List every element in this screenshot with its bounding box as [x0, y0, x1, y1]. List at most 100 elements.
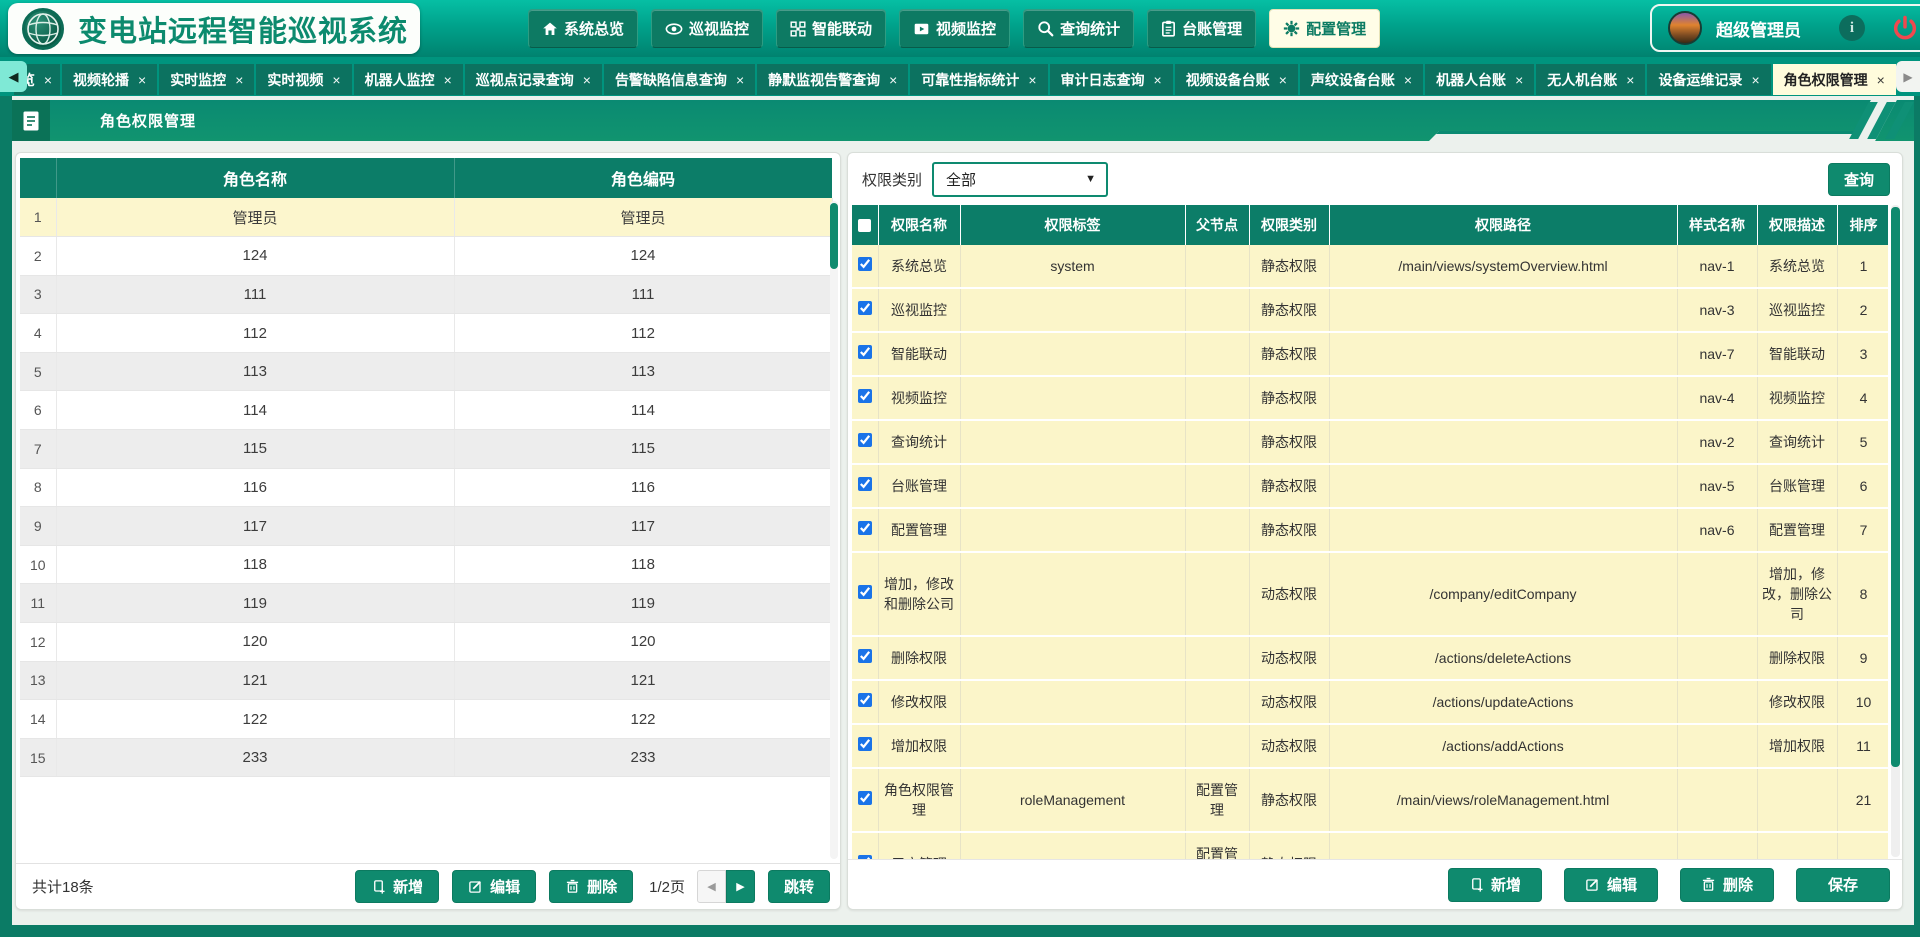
row-checkbox[interactable]: [858, 791, 872, 805]
tab-4[interactable]: 实时视频×: [256, 64, 351, 95]
permissions-column-header[interactable]: 父节点: [1185, 205, 1249, 245]
close-icon[interactable]: ×: [1751, 72, 1759, 88]
row-checkbox[interactable]: [858, 585, 872, 599]
roles-column-header[interactable]: 角色编码: [454, 158, 832, 198]
role-row-9[interactable]: 9117117: [20, 507, 832, 546]
row-checkbox[interactable]: [858, 257, 872, 271]
row-checkbox[interactable]: [858, 301, 872, 315]
nav-button-7[interactable]: 配置管理: [1269, 9, 1380, 48]
permission-edit-button[interactable]: 编辑: [1564, 868, 1658, 902]
query-button[interactable]: 查询: [1828, 163, 1890, 196]
role-row-7[interactable]: 7115115: [20, 430, 832, 469]
role-delete-button[interactable]: 删除: [549, 870, 633, 903]
permissions-scrollbar-thumb[interactable]: [1891, 207, 1900, 767]
permissions-column-header[interactable]: 样式名称: [1677, 205, 1757, 245]
permission-type-select[interactable]: 全部 ▼: [932, 162, 1108, 197]
permission-row-3[interactable]: 智能联动静态权限nav-7智能联动3: [852, 332, 1888, 376]
close-icon[interactable]: ×: [1279, 72, 1287, 88]
tab-3[interactable]: 实时监控×: [159, 64, 254, 95]
prev-page-icon[interactable]: ◀: [697, 870, 726, 903]
permissions-column-header[interactable]: 权限路径: [1329, 205, 1677, 245]
close-icon[interactable]: ×: [1154, 72, 1162, 88]
tab-13[interactable]: 机器人台账×: [1425, 64, 1534, 95]
nav-button-2[interactable]: 巡视监控: [651, 9, 763, 48]
close-icon[interactable]: ×: [235, 72, 243, 88]
tab-6[interactable]: 巡视点记录查询×: [465, 64, 602, 95]
permissions-column-header[interactable]: 权限标签: [960, 205, 1185, 245]
nav-button-5[interactable]: 查询统计: [1023, 9, 1134, 48]
nav-button-1[interactable]: 系统总览: [528, 9, 638, 48]
permission-save-button[interactable]: 保存: [1796, 868, 1890, 902]
close-icon[interactable]: ×: [444, 72, 452, 88]
tab-7[interactable]: 告警缺陷信息查询×: [604, 64, 755, 95]
close-icon[interactable]: ×: [583, 72, 591, 88]
permission-row-5[interactable]: 查询统计静态权限nav-2查询统计5: [852, 420, 1888, 464]
permissions-column-header[interactable]: 权限描述: [1757, 205, 1837, 245]
permissions-column-header[interactable]: 权限类别: [1249, 205, 1329, 245]
role-row-15[interactable]: 15233233: [20, 738, 832, 777]
permissions-column-header[interactable]: 权限名称: [878, 205, 960, 245]
role-row-10[interactable]: 10118118: [20, 545, 832, 584]
power-icon[interactable]: [1891, 14, 1919, 42]
row-checkbox[interactable]: [858, 389, 872, 403]
next-page-icon[interactable]: ▶: [726, 870, 755, 903]
row-checkbox[interactable]: [858, 693, 872, 707]
role-row-13[interactable]: 13121121: [20, 661, 832, 700]
permission-add-button[interactable]: 新增: [1448, 868, 1542, 902]
avatar[interactable]: [1668, 11, 1702, 45]
tab-12[interactable]: 声纹设备台账×: [1300, 64, 1423, 95]
close-icon[interactable]: ×: [1028, 72, 1036, 88]
close-icon[interactable]: ×: [1877, 72, 1885, 88]
role-row-2[interactable]: 2124124: [20, 237, 832, 276]
permission-row-4[interactable]: 视频监控静态权限nav-4视频监控4: [852, 376, 1888, 420]
permission-row-8[interactable]: 增加，修改和删除公司动态权限/company/editCompany增加，修改，…: [852, 552, 1888, 636]
close-icon[interactable]: ×: [736, 72, 744, 88]
permission-row-9[interactable]: 删除权限动态权限/actions/deleteActions删除权限9: [852, 636, 1888, 680]
role-row-3[interactable]: 3111111: [20, 275, 832, 314]
role-row-12[interactable]: 12120120: [20, 623, 832, 662]
close-icon[interactable]: ×: [1515, 72, 1523, 88]
permission-row-7[interactable]: 配置管理静态权限nav-6配置管理7: [852, 508, 1888, 552]
row-checkbox[interactable]: [858, 345, 872, 359]
permission-row-22[interactable]: 用户管理userManagement配置管理静态权限/main/views/us…: [852, 832, 1888, 859]
tab-11[interactable]: 视频设备台账×: [1175, 64, 1298, 95]
nav-button-4[interactable]: 视频监控: [899, 9, 1010, 48]
role-row-14[interactable]: 14122122: [20, 700, 832, 739]
permission-row-11[interactable]: 增加权限动态权限/actions/addActions增加权限11: [852, 724, 1888, 768]
jump-page-button[interactable]: 跳转: [768, 870, 830, 903]
row-checkbox[interactable]: [858, 477, 872, 491]
tab-15[interactable]: 设备运维记录×: [1647, 64, 1770, 95]
row-checkbox[interactable]: [858, 737, 872, 751]
tab-2[interactable]: 视频轮播×: [62, 64, 157, 95]
tab-scroll-right-icon[interactable]: ▶: [1896, 61, 1920, 92]
permissions-column-header[interactable]: 排序: [1837, 205, 1888, 245]
close-icon[interactable]: ×: [332, 72, 340, 88]
role-row-11[interactable]: 11119119: [20, 584, 832, 623]
roles-scrollbar-track[interactable]: [830, 201, 838, 859]
tab-16[interactable]: 角色权限管理×: [1773, 64, 1896, 95]
select-all-checkbox[interactable]: [852, 205, 878, 245]
tab-10[interactable]: 审计日志查询×: [1050, 64, 1173, 95]
permission-row-1[interactable]: 系统总览system静态权限/main/views/systemOverview…: [852, 245, 1888, 288]
roles-column-header[interactable]: 角色名称: [56, 158, 454, 198]
nav-button-6[interactable]: 台账管理: [1147, 9, 1256, 48]
nav-button-3[interactable]: 智能联动: [776, 9, 886, 48]
tab-14[interactable]: 无人机台账×: [1536, 64, 1645, 95]
permission-row-21[interactable]: 角色权限管理roleManagement配置管理静态权限/main/views/…: [852, 768, 1888, 832]
tab-scroll-left-icon[interactable]: ◀: [0, 61, 27, 92]
role-row-4[interactable]: 4112112: [20, 314, 832, 353]
tab-9[interactable]: 可靠性指标统计×: [910, 64, 1047, 95]
role-row-6[interactable]: 6114114: [20, 391, 832, 430]
roles-scrollbar-thumb[interactable]: [830, 203, 838, 269]
row-checkbox[interactable]: [858, 649, 872, 663]
close-icon[interactable]: ×: [1404, 72, 1412, 88]
permission-delete-button[interactable]: 删除: [1680, 868, 1774, 902]
tab-8[interactable]: 静默监视告警查询×: [757, 64, 908, 95]
row-checkbox[interactable]: [858, 433, 872, 447]
close-icon[interactable]: ×: [1626, 72, 1634, 88]
row-checkbox[interactable]: [858, 521, 872, 535]
role-row-8[interactable]: 8116116: [20, 468, 832, 507]
permission-row-10[interactable]: 修改权限动态权限/actions/updateActions修改权限10: [852, 680, 1888, 724]
permission-row-2[interactable]: 巡视监控静态权限nav-3巡视监控2: [852, 288, 1888, 332]
info-icon[interactable]: i: [1839, 15, 1865, 41]
